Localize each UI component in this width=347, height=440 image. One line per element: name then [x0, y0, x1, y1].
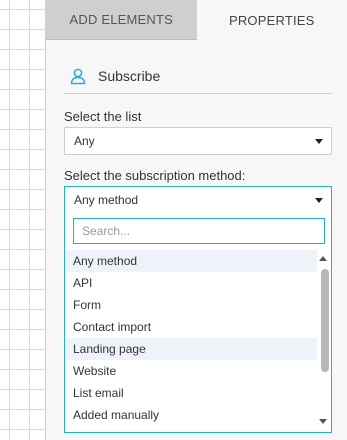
scrollbar-thumb[interactable]	[321, 269, 329, 372]
option-api[interactable]: API	[65, 272, 317, 294]
section-title: Subscribe	[98, 67, 161, 84]
scroll-down-arrow-icon[interactable]	[319, 419, 327, 424]
tab-add-elements[interactable]: ADD ELEMENTS	[46, 0, 197, 40]
panel-tabs: ADD ELEMENTS PROPERTIES	[46, 0, 347, 40]
list-select[interactable]: Any	[64, 127, 332, 155]
section-header: Subscribe	[64, 58, 332, 94]
user-icon	[70, 68, 86, 84]
search-wrapper	[73, 218, 325, 244]
tab-properties[interactable]: PROPERTIES	[196, 0, 347, 40]
method-select[interactable]: Any method	[64, 186, 332, 213]
option-list-email[interactable]: List email	[65, 382, 317, 404]
option-added-manually[interactable]: Added manually	[65, 404, 317, 426]
search-input[interactable]	[73, 218, 325, 244]
option-contact-import[interactable]: Contact import	[65, 316, 317, 338]
option-website[interactable]: Website	[65, 360, 317, 382]
method-dropdown: Any method API Form Contact import Landi…	[64, 212, 332, 433]
scroll-up-arrow-icon[interactable]	[319, 256, 327, 261]
list-select-value: Any	[74, 134, 95, 148]
list-field-label: Select the list	[64, 109, 142, 124]
chevron-down-icon	[315, 139, 323, 144]
option-form[interactable]: Form	[65, 294, 317, 316]
options-list: Any method API Form Contact import Landi…	[65, 250, 317, 426]
editor-canvas-grid	[0, 0, 45, 440]
method-field-label: Select the subscription method:	[64, 168, 246, 183]
option-any-method[interactable]: Any method	[65, 250, 317, 272]
properties-panel: ADD ELEMENTS PROPERTIES Subscribe Select…	[45, 0, 347, 440]
chevron-down-icon	[315, 197, 323, 203]
option-landing-page[interactable]: Landing page	[65, 338, 317, 360]
method-select-value: Any method	[74, 192, 139, 207]
